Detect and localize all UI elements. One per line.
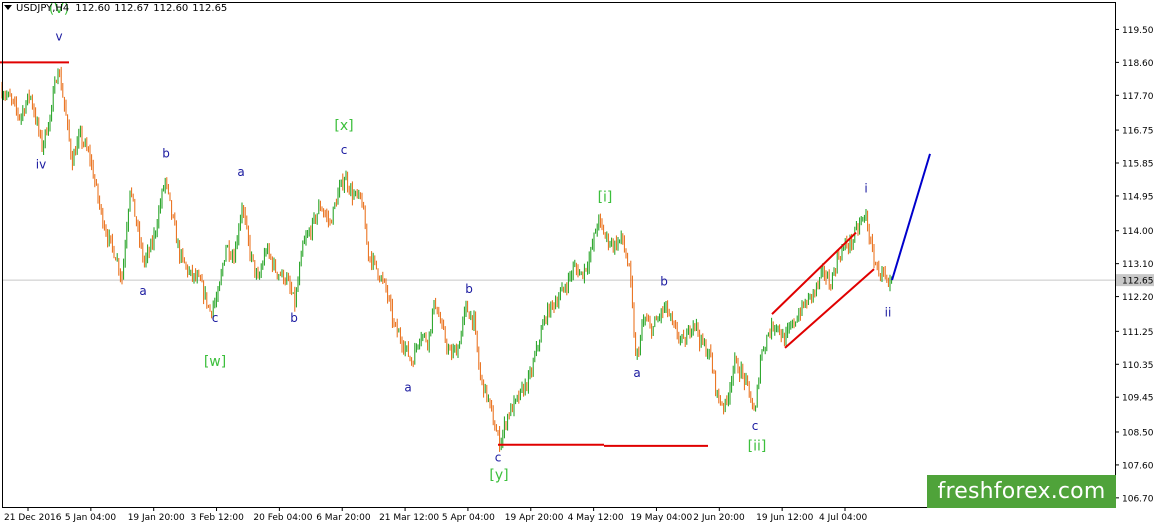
open-value: 112.60 <box>75 3 111 14</box>
wave-label: b <box>162 147 170 161</box>
projection-line <box>891 153 931 281</box>
symbol-label: USDJPY,H4 <box>16 3 70 14</box>
dropdown-icon[interactable] <box>4 5 12 10</box>
y-tick-label: 119.50 <box>1122 26 1154 36</box>
wave-label: [w] <box>204 354 226 370</box>
x-tick-label: 19 May 04:00 <box>630 513 692 523</box>
wave-label: c <box>212 311 219 325</box>
y-tick-label: 116.75 <box>1122 127 1154 137</box>
wave-label: [i] <box>598 189 613 205</box>
y-tick-label: 111.25 <box>1122 328 1154 338</box>
level-lines <box>0 61 708 447</box>
wave-labels: (V)vivba[x]cac b[w]bac[y][i]bac[ii]iii <box>36 1 892 484</box>
wave-label: c <box>752 419 759 433</box>
current-price-label: 112.65 <box>1122 277 1154 287</box>
high-value: 112.67 <box>114 3 150 14</box>
wave-label: [x] <box>334 118 353 134</box>
x-tick-label: 3 Feb 12:00 <box>191 513 245 523</box>
wave-label: a <box>633 366 640 380</box>
x-tick-label: 4 Jul 04:00 <box>819 513 868 523</box>
wave-label: b <box>465 282 473 296</box>
wave-label: c <box>341 143 348 157</box>
time-axis: 21 Dec 2016 5 Jan 04:00 19 Jan 20:00 3 Feb … <box>4 507 868 523</box>
wave-label: a <box>404 381 411 395</box>
x-tick-label: 5 Jan 04:00 <box>65 513 117 523</box>
y-tick-label: 110.35 <box>1122 361 1154 371</box>
price-chart: (V)vivba[x]cac b[w]bac[y][i]bac[ii]iii 11… <box>0 1 1154 523</box>
x-tick-label: 5 Apr 04:00 <box>442 513 495 523</box>
y-tick-label: 117.70 <box>1122 92 1154 102</box>
wave-label: iv <box>36 158 46 172</box>
x-tick-label: 19 Apr 20:00 <box>505 513 564 523</box>
y-tick-label: 115.85 <box>1122 160 1154 170</box>
y-tick-label: 106.70 <box>1122 494 1154 504</box>
wave-label: [y] <box>489 468 508 484</box>
wave-label: c <box>495 450 502 464</box>
x-tick-label: 21 Mar 12:00 <box>379 513 439 523</box>
wave-label: [ii] <box>748 438 767 454</box>
low-value: 112.60 <box>153 3 189 14</box>
x-tick-label: 21 Dec 2016 <box>4 513 62 523</box>
chart-frame <box>2 2 1116 508</box>
candles <box>1 66 893 452</box>
y-tick-label: 107.60 <box>1122 461 1154 471</box>
wave-label: b <box>290 311 298 325</box>
price-axis: 119.50 118.60 117.70 116.75 115.85 114.95 114.… <box>1115 26 1154 504</box>
y-tick-label: 113.10 <box>1122 260 1154 270</box>
wave-label: a <box>139 284 146 298</box>
y-tick-label: 112.20 <box>1122 293 1154 303</box>
x-tick-label: 19 Jun 12:00 <box>756 513 813 523</box>
x-tick-label: 6 Mar 20:00 <box>316 513 371 523</box>
y-tick-label: 114.00 <box>1122 227 1154 237</box>
close-value: 112.65 <box>192 3 228 14</box>
chart-header: USDJPY,H4 112.60 112.67 112.60 112.65 <box>4 3 231 14</box>
y-tick-label: 108.50 <box>1122 428 1154 438</box>
brand-watermark: freshforex.com <box>927 475 1116 508</box>
plot-border <box>2 2 1116 508</box>
projection-arrow-line <box>891 153 931 281</box>
y-tick-label: 114.95 <box>1122 192 1154 202</box>
wave-label: i <box>864 181 867 195</box>
x-tick-label: 19 Jan 20:00 <box>128 513 185 523</box>
x-tick-label: 20 Feb 04:00 <box>253 513 312 523</box>
wave-label: ii <box>885 306 892 320</box>
wave-label: b <box>660 275 668 289</box>
y-tick-label: 109.45 <box>1122 394 1154 404</box>
y-tick-label: 118.60 <box>1122 59 1154 69</box>
channel-line <box>771 231 857 315</box>
wave-label: v <box>55 29 62 43</box>
wave-label: a <box>237 165 244 179</box>
x-tick-label: 4 May 12:00 <box>568 513 624 523</box>
x-tick-label: 2 Jun 20:00 <box>693 513 745 523</box>
